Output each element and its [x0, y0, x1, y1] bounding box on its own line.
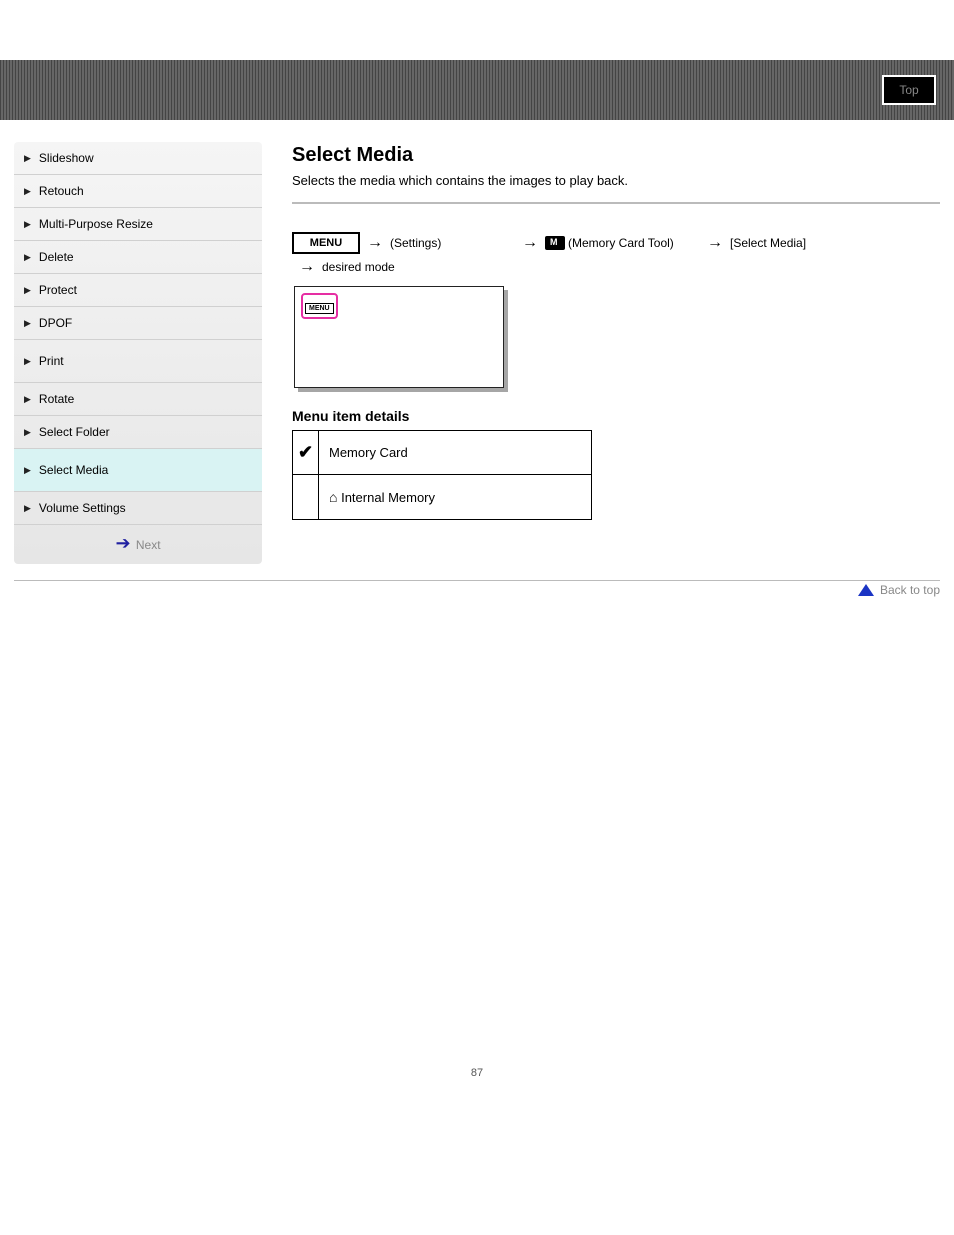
back-to-top[interactable]: Back to top: [14, 580, 940, 597]
path-step-settings: (Settings): [390, 236, 515, 250]
chevron-right-icon: ▶: [24, 427, 31, 438]
menu-path: MENU → (Settings) → (Memory Card Tool) →…: [292, 232, 940, 254]
path-step-memory-card-tool: (Memory Card Tool): [545, 236, 700, 250]
menu-button-icon: MENU: [292, 232, 360, 254]
memory-card-icon: [545, 236, 565, 250]
camera-screenshot: MENU: [294, 286, 504, 388]
chevron-right-icon: ▶: [24, 465, 31, 476]
sidebar-item-protect[interactable]: ▶ Protect: [14, 274, 262, 307]
sidebar-item-delete[interactable]: ▶ Delete: [14, 241, 262, 274]
option-text: Internal Memory: [341, 490, 435, 505]
path-step-select-media: [Select Media]: [730, 236, 940, 250]
arrow-right-icon: →: [360, 234, 390, 252]
page-title: Select Media: [292, 144, 940, 167]
arrow-right-icon: →: [515, 234, 545, 252]
sidebar-item-label: Protect: [39, 283, 77, 297]
sidebar-item-select-folder[interactable]: ▶ Select Folder: [14, 416, 262, 449]
chevron-right-icon: ▶: [24, 285, 31, 296]
chevron-right-icon: ▶: [24, 153, 31, 164]
sidebar-item-dpof[interactable]: ▶ DPOF: [14, 307, 262, 340]
sidebar-item-select-media[interactable]: ▶ Select Media: [14, 449, 262, 492]
arrow-up-icon: [858, 584, 874, 596]
sidebar-item-label: Print: [39, 354, 64, 368]
menu-button-icon-small: MENU: [305, 303, 334, 314]
sidebar-item-label: Select Folder: [39, 425, 110, 439]
options-heading: Menu item details: [292, 408, 940, 424]
arrow-right-icon: →: [700, 234, 730, 252]
chevron-right-icon: ▶: [24, 394, 31, 405]
check-cell-empty: [293, 475, 319, 520]
option-label: ⌂ Internal Memory: [319, 475, 592, 520]
options-table: ✔ Memory Card ⌂ Internal Memory: [292, 430, 592, 520]
sidebar: ▶ Slideshow ▶ Retouch ▶ Multi-Purpose Resiz…: [14, 142, 262, 564]
chevron-right-icon: ▶: [24, 219, 31, 230]
sidebar-item-label: Retouch: [39, 184, 84, 198]
sidebar-item-label: Volume Settings: [39, 501, 126, 515]
sidebar-item-print[interactable]: ▶ Print: [14, 340, 262, 383]
arrow-right-icon: ➔: [115, 533, 128, 553]
sidebar-item-label: Rotate: [39, 392, 74, 406]
internal-memory-icon: ⌂: [329, 489, 337, 505]
arrow-right-icon: →: [292, 258, 322, 276]
chevron-right-icon: ▶: [24, 356, 31, 367]
sidebar-item-label: DPOF: [39, 316, 72, 330]
sidebar-item-label: Multi-Purpose Resize: [39, 217, 153, 231]
page-number: 87: [0, 1067, 954, 1099]
chevron-right-icon: ▶: [24, 186, 31, 197]
sidebar-item-retouch[interactable]: ▶ Retouch: [14, 175, 262, 208]
path-step-label: (Memory Card Tool): [568, 236, 674, 250]
table-row: ⌂ Internal Memory: [293, 475, 592, 520]
main-content: Select Media Selects the media which con…: [292, 142, 940, 520]
back-to-top-label: Back to top: [880, 583, 940, 597]
table-row: ✔ Memory Card: [293, 431, 592, 475]
sidebar-item-label: Delete: [39, 250, 74, 264]
sidebar-next[interactable]: ➔ Next: [14, 525, 262, 564]
page-subtitle: Selects the media which contains the ima…: [292, 173, 940, 188]
sidebar-item-resize[interactable]: ▶ Multi-Purpose Resize: [14, 208, 262, 241]
chevron-right-icon: ▶: [24, 252, 31, 263]
sidebar-item-label: Slideshow: [39, 151, 94, 165]
sidebar-item-label: Select Media: [39, 463, 108, 477]
sidebar-item-slideshow[interactable]: ▶ Slideshow: [14, 142, 262, 175]
header-tab[interactable]: Top: [882, 75, 936, 105]
sidebar-item-rotate[interactable]: ▶ Rotate: [14, 383, 262, 416]
sidebar-next-label: Next: [136, 538, 161, 552]
header-band: Top: [0, 60, 954, 120]
sidebar-item-volume[interactable]: ▶ Volume Settings: [14, 492, 262, 525]
chevron-right-icon: ▶: [24, 503, 31, 514]
option-label: Memory Card: [319, 431, 592, 475]
divider: [292, 202, 940, 204]
menu-highlight: MENU: [301, 293, 338, 319]
check-icon: ✔: [293, 431, 319, 475]
chevron-right-icon: ▶: [24, 318, 31, 329]
path-step-mode: desired mode: [322, 260, 940, 274]
